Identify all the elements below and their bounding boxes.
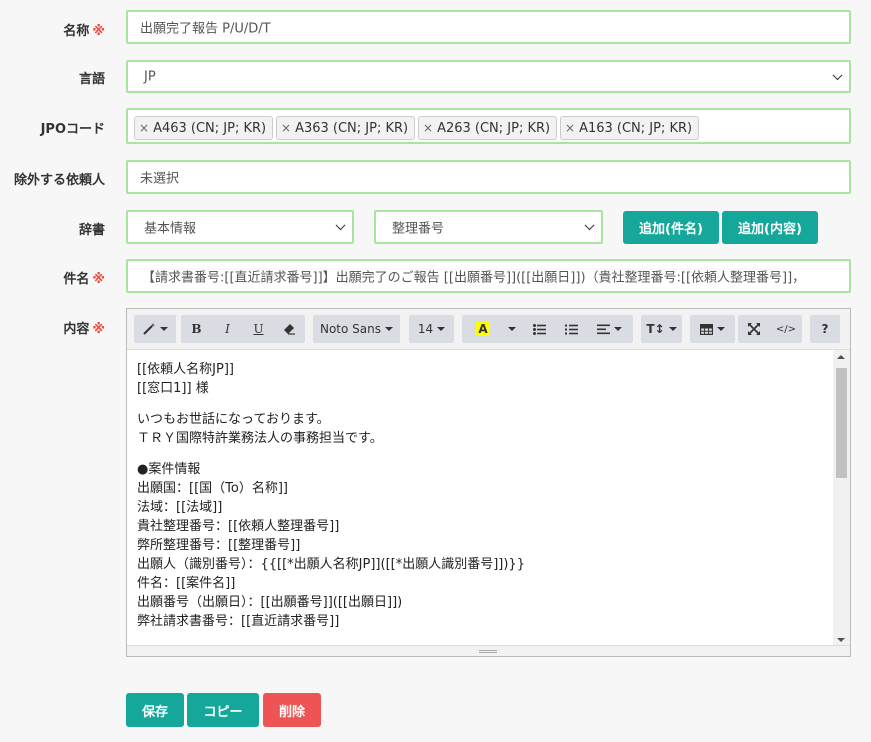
remove-icon[interactable]: × [139, 121, 149, 135]
editor-content[interactable]: [[依頼人名称JP]] [[窓口1]] 様いつもお世話になっております。 ＴＲＹ国際… [127, 350, 833, 647]
chevron-down-icon [584, 220, 595, 231]
editor-line: 貴社整理番号：[[依頼人整理番号]] [137, 519, 340, 534]
remove-icon[interactable]: × [565, 121, 575, 135]
language-label: 言語 [78, 72, 105, 87]
font-family-dropdown[interactable]: Noto Sans [313, 315, 400, 343]
expand-icon [748, 323, 760, 335]
list-ul-icon [532, 323, 546, 335]
editor-line: いつもお世話になっております。 [137, 412, 330, 427]
add-to-subject-button[interactable]: 追加(件名) [623, 211, 719, 244]
editor-line: ＴＲＹ国際特許業務法人の事務担当です。 [137, 431, 383, 446]
chevron-down-icon [832, 69, 843, 80]
name-label: 名称 ※ [63, 24, 105, 39]
rich-text-editor[interactable]: B I U Noto Sans 14 A T↕ </> ? [[依頼人名称JP]… [126, 308, 851, 657]
name-input[interactable]: 出願完了報告 P/U/D/T [126, 10, 851, 44]
editor-blank-line [137, 448, 823, 460]
eraser-icon [283, 324, 295, 335]
scroll-down-icon[interactable] [837, 638, 845, 642]
dictionary-category-select[interactable]: 基本情報 [126, 210, 354, 244]
list-ol-icon [564, 324, 578, 334]
font-size-dropdown[interactable]: 14 [409, 315, 454, 343]
align-left-icon [596, 324, 610, 334]
eraser-button[interactable] [274, 315, 305, 343]
code-view-button[interactable]: </> [770, 315, 802, 343]
editor-line: [[窓口1]] 様 [137, 381, 209, 396]
jpo-tag[interactable]: × A163 (CN; JP; KR) [560, 116, 700, 140]
editor-line: ●案件情報 [137, 462, 201, 477]
editor-line: 出願番号（出願日）：[[出願番号]]([[出願日]]) [137, 595, 403, 610]
scroll-up-icon[interactable] [837, 355, 845, 359]
jpo-tag[interactable]: × A463 (CN; JP; KR) [134, 116, 274, 140]
paragraph-align-dropdown[interactable] [587, 315, 631, 343]
exclude-client-select[interactable]: 未選択 [126, 160, 851, 194]
editor-blank-line [137, 398, 823, 410]
unordered-list-button[interactable] [523, 315, 555, 343]
editor-line: 件名：[[案件名]] [137, 576, 236, 591]
editor-line: 法域：[[法域]] [137, 500, 223, 515]
editor-resize-handle[interactable] [127, 645, 850, 656]
format-group: B I U [181, 315, 305, 343]
ordered-list-button[interactable] [555, 315, 587, 343]
language-select[interactable]: JP [126, 60, 851, 93]
subject-label: 件名 ※ [63, 272, 105, 287]
remove-icon[interactable]: × [281, 121, 291, 135]
line-height-dropdown[interactable]: T↕ [641, 315, 682, 343]
jpo-tag[interactable]: × A263 (CN; JP; KR) [418, 116, 558, 140]
content-label: 内容 ※ [63, 322, 105, 337]
style-dropdown[interactable] [134, 315, 176, 343]
editor-line: 出願人（識別番号）：{{[[*出願人名称JP]]([[*出願人識別番号]])}} [137, 557, 525, 572]
editor-line: 出願国：[[国（To）名称]] [137, 481, 288, 496]
scrollbar-thumb[interactable] [836, 368, 847, 478]
magic-wand-icon [143, 323, 155, 335]
paragraph-group [523, 315, 633, 343]
save-button[interactable]: 保存 [126, 693, 184, 727]
color-dropdown[interactable] [500, 315, 524, 343]
editor-line: 弊社請求書番号：[[直近請求番号]] [137, 614, 340, 629]
underline-button[interactable]: U [243, 315, 274, 343]
subject-input[interactable]: 【請求書番号:[[直近請求番号]]】出願完了のご報告 [[出願番号]]([[出願… [126, 259, 851, 293]
dictionary-field-select[interactable]: 整理番号 [374, 210, 603, 244]
bold-button[interactable]: B [181, 315, 212, 343]
help-button[interactable]: ? [810, 315, 840, 343]
editor-line: 弊所整理番号：[[整理番号]] [137, 538, 301, 553]
editor-line: [[依頼人名称JP]] [137, 362, 234, 377]
text-color-button[interactable]: A [468, 315, 498, 343]
add-to-content-button[interactable]: 追加(内容) [722, 211, 818, 244]
editor-toolbar: B I U Noto Sans 14 A T↕ </> ? [127, 309, 850, 350]
italic-button[interactable]: I [212, 315, 243, 343]
jpo-label: JPOコード [40, 122, 105, 137]
fullscreen-button[interactable] [738, 315, 770, 343]
copy-button[interactable]: コピー [187, 693, 259, 727]
delete-button[interactable]: 削除 [263, 693, 321, 727]
jpo-multiselect[interactable]: × A463 (CN; JP; KR) × A363 (CN; JP; KR) × A… [126, 108, 851, 144]
table-dropdown[interactable] [690, 315, 735, 343]
table-icon [700, 323, 713, 335]
view-group: </> [738, 315, 802, 343]
exclude-label: 除外する依頼人 [13, 173, 105, 188]
editor-scrollbar[interactable] [833, 350, 850, 647]
jpo-tag[interactable]: × A363 (CN; JP; KR) [276, 116, 416, 140]
remove-icon[interactable]: × [423, 121, 433, 135]
dictionary-label: 辞書 [78, 223, 105, 238]
chevron-down-icon [335, 220, 346, 231]
text-color-group: A [462, 315, 526, 343]
